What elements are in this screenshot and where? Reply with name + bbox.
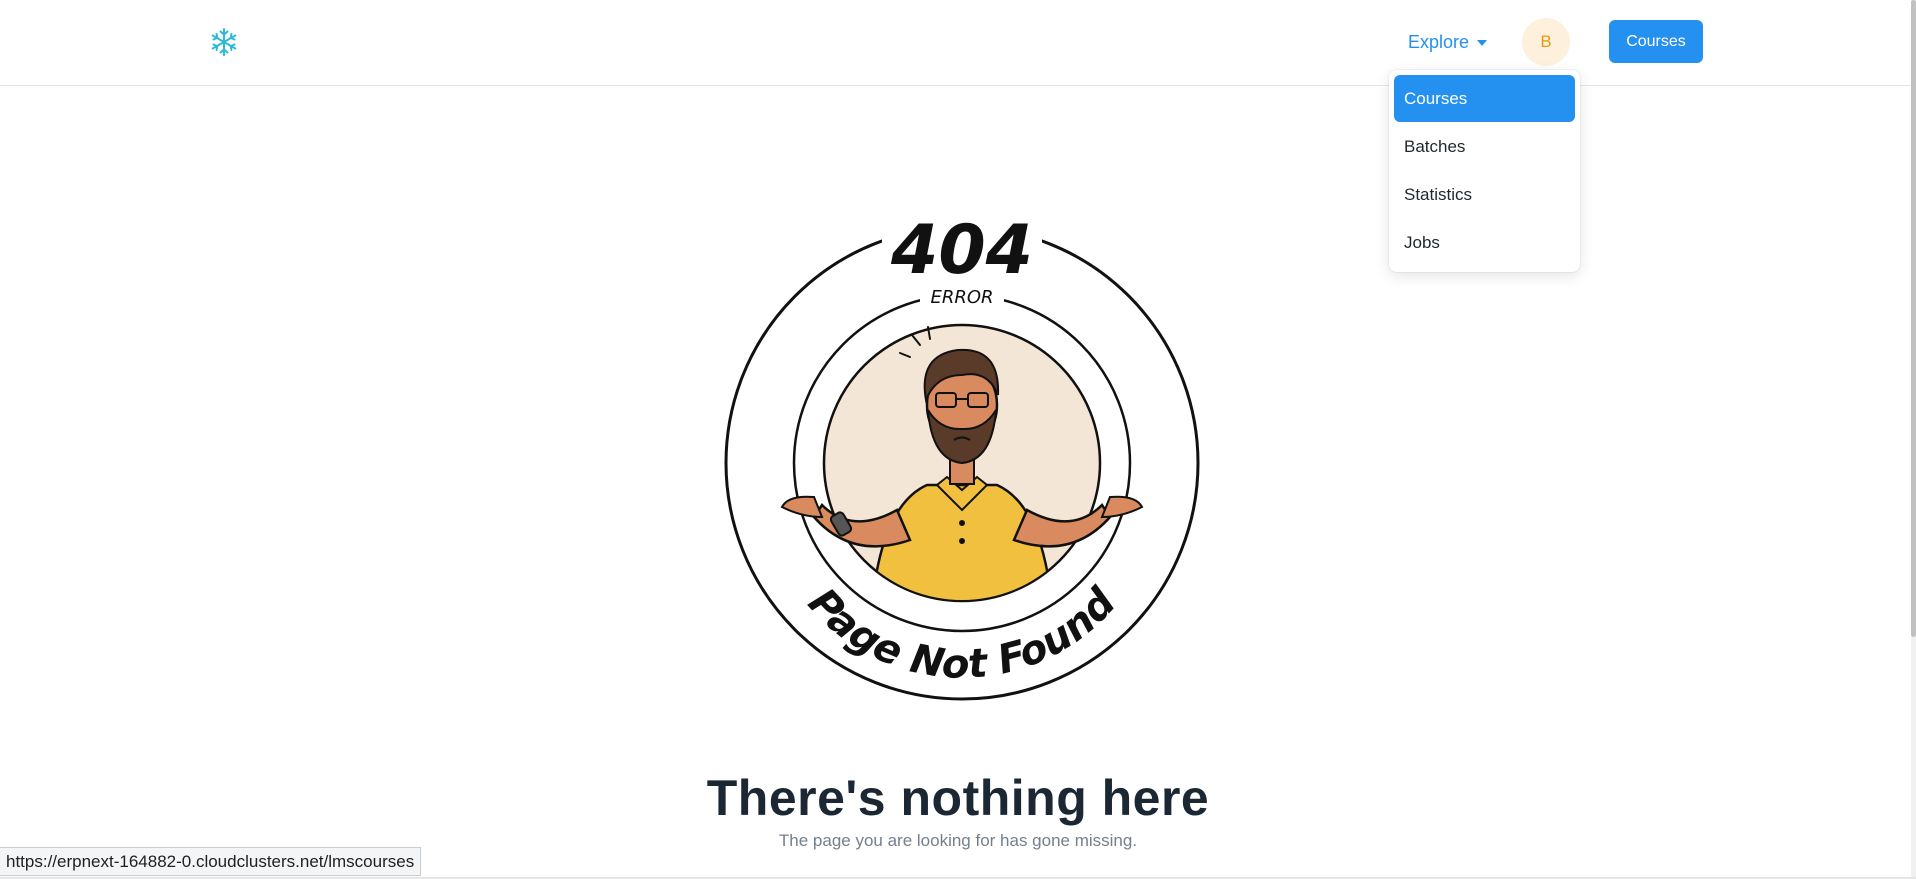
page-headline: There's nothing here bbox=[706, 770, 1210, 826]
dropdown-item-statistics[interactable]: Statistics bbox=[1394, 171, 1575, 218]
dropdown-item-label: Courses bbox=[1404, 88, 1468, 108]
explore-dropdown-menu: Courses Batches Statistics Jobs bbox=[1389, 70, 1580, 272]
snowflake-icon[interactable] bbox=[208, 26, 240, 58]
dropdown-item-label: Batches bbox=[1404, 136, 1466, 156]
dropdown-item-label: Jobs bbox=[1404, 232, 1440, 252]
explore-dropdown-toggle[interactable]: Explore bbox=[1408, 28, 1488, 56]
page: Explore B Courses Courses Batches Statis… bbox=[0, 0, 1916, 879]
status-bar-url: https://erpnext-164882-0.cloudclusters.n… bbox=[0, 847, 422, 876]
caret-down-icon bbox=[1477, 40, 1488, 46]
explore-label: Explore bbox=[1408, 31, 1470, 52]
user-avatar[interactable]: B bbox=[1522, 18, 1570, 66]
dropdown-item-jobs[interactable]: Jobs bbox=[1394, 219, 1575, 266]
dropdown-item-batches[interactable]: Batches bbox=[1394, 123, 1575, 170]
error-code: 404 bbox=[890, 211, 1033, 290]
error-word: ERROR bbox=[930, 287, 993, 308]
top-navbar: Explore B Courses bbox=[0, 0, 1916, 86]
scrollbar-thumb[interactable] bbox=[1911, 0, 1916, 637]
avatar-initial: B bbox=[1540, 32, 1552, 51]
dropdown-item-label: Statistics bbox=[1404, 184, 1473, 204]
courses-button[interactable]: Courses bbox=[1609, 20, 1703, 63]
dropdown-item-courses[interactable]: Courses bbox=[1394, 75, 1575, 122]
404-illustration: 404 ERROR Page Not Found bbox=[724, 211, 1200, 701]
